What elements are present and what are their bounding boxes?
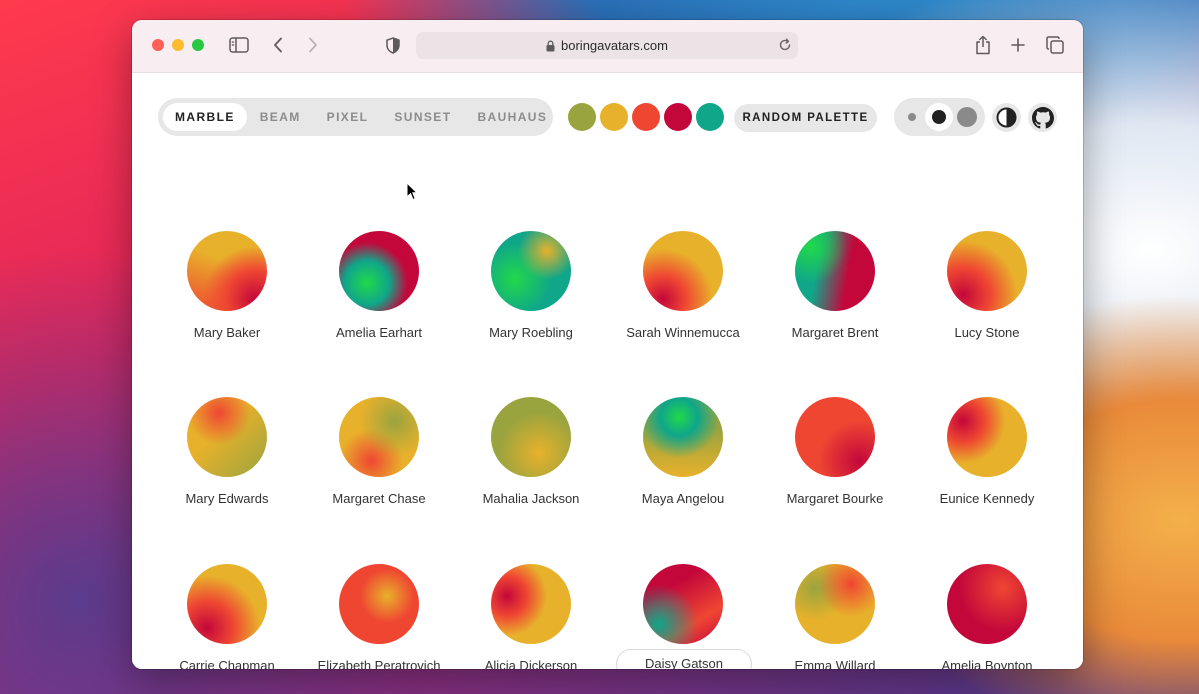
- address-bar[interactable]: boringavatars.com: [416, 32, 798, 59]
- avatar-image[interactable]: [795, 397, 875, 477]
- avatar-name-input[interactable]: Daisy Gatson: [616, 649, 752, 669]
- avatar-image[interactable]: [339, 231, 419, 311]
- forward-arrow-icon[interactable]: [306, 34, 320, 56]
- size-medium-option[interactable]: [925, 103, 953, 131]
- avatar-image[interactable]: [947, 231, 1027, 311]
- avatar-image[interactable]: [339, 397, 419, 477]
- minimize-window-button[interactable]: [172, 39, 184, 51]
- avatar-name-input[interactable]: Elizabeth Peratrovich: [314, 658, 444, 669]
- random-palette-button[interactable]: RANDOM PALETTE: [734, 104, 877, 132]
- url-text: boringavatars.com: [561, 38, 668, 53]
- avatar-image[interactable]: [339, 564, 419, 644]
- zoom-window-button[interactable]: [192, 39, 204, 51]
- avatar-image[interactable]: [643, 564, 723, 644]
- variant-pixel-tab[interactable]: PIXEL: [314, 103, 382, 131]
- avatar-image[interactable]: [947, 564, 1027, 644]
- palette-swatch-3[interactable]: [632, 103, 660, 131]
- size-large-option[interactable]: [957, 107, 977, 127]
- variant-bauhaus-tab[interactable]: BAUHAUS: [464, 103, 560, 131]
- avatar-name-input[interactable]: Mahalia Jackson: [466, 491, 596, 507]
- lock-icon: [546, 40, 555, 52]
- back-arrow-icon[interactable]: [271, 34, 285, 56]
- palette-swatch-2[interactable]: [600, 103, 628, 131]
- avatar-image[interactable]: [643, 231, 723, 311]
- size-medium-dot: [932, 110, 946, 124]
- avatar-name-input[interactable]: Alicia Dickerson: [466, 658, 596, 669]
- avatar-image[interactable]: [795, 564, 875, 644]
- size-selector: [894, 98, 985, 136]
- browser-titlebar: boringavatars.com: [132, 20, 1083, 73]
- avatar-name-input[interactable]: Margaret Bourke: [770, 491, 900, 507]
- mouse-cursor-icon: [406, 181, 419, 206]
- variant-selector: MARBLE BEAM PIXEL SUNSET BAUHAUS: [158, 98, 553, 136]
- reload-icon[interactable]: [778, 38, 792, 52]
- avatar-image[interactable]: [187, 564, 267, 644]
- avatar-image[interactable]: [947, 397, 1027, 477]
- variant-marble-tab[interactable]: MARBLE: [163, 103, 247, 131]
- palette-swatch-5[interactable]: [696, 103, 724, 131]
- tab-overview-icon[interactable]: [1045, 34, 1065, 56]
- avatar-image[interactable]: [187, 231, 267, 311]
- avatar-image[interactable]: [491, 397, 571, 477]
- sidebar-icon[interactable]: [229, 34, 249, 56]
- avatar-image[interactable]: [643, 397, 723, 477]
- palette-swatch-4[interactable]: [664, 103, 692, 131]
- avatar-name-input[interactable]: Amelia Boynton: [922, 658, 1052, 669]
- avatar-name-input[interactable]: Mary Roebling: [466, 325, 596, 341]
- github-icon[interactable]: [1028, 103, 1057, 132]
- new-tab-plus-icon[interactable]: [1010, 34, 1026, 56]
- variant-beam-tab[interactable]: BEAM: [247, 103, 314, 131]
- avatar-name-input[interactable]: Eunice Kennedy: [922, 491, 1052, 507]
- avatar-name-input[interactable]: Sarah Winnemucca: [618, 325, 748, 341]
- avatar-name-input[interactable]: Amelia Earhart: [314, 325, 444, 341]
- browser-window: boringavatars.com MARBLE BEAM PIXEL SUNS…: [132, 20, 1083, 669]
- avatar-name-input[interactable]: Lucy Stone: [922, 325, 1052, 341]
- variant-sunset-tab[interactable]: SUNSET: [381, 103, 464, 131]
- theme-toggle-icon[interactable]: [992, 103, 1021, 132]
- avatar-image[interactable]: [187, 397, 267, 477]
- avatar-name-input[interactable]: Margaret Brent: [770, 325, 900, 341]
- share-icon[interactable]: [974, 34, 992, 56]
- avatar-image[interactable]: [491, 231, 571, 311]
- size-small-option[interactable]: [908, 113, 916, 121]
- avatar-image[interactable]: [491, 564, 571, 644]
- avatar-name-input[interactable]: Margaret Chase: [314, 491, 444, 507]
- page-content: MARBLE BEAM PIXEL SUNSET BAUHAUS RANDOM …: [132, 73, 1083, 669]
- avatar-name-input[interactable]: Maya Angelou: [618, 491, 748, 507]
- avatar-image[interactable]: [795, 231, 875, 311]
- palette-swatch-1[interactable]: [568, 103, 596, 131]
- avatar-name-input[interactable]: Emma Willard: [770, 658, 900, 669]
- close-window-button[interactable]: [152, 39, 164, 51]
- avatar-name-input[interactable]: Mary Edwards: [162, 491, 292, 507]
- avatar-name-input[interactable]: Carrie Chapman: [162, 658, 292, 669]
- avatar-name-input[interactable]: Mary Baker: [162, 325, 292, 341]
- privacy-shield-icon[interactable]: [385, 34, 401, 56]
